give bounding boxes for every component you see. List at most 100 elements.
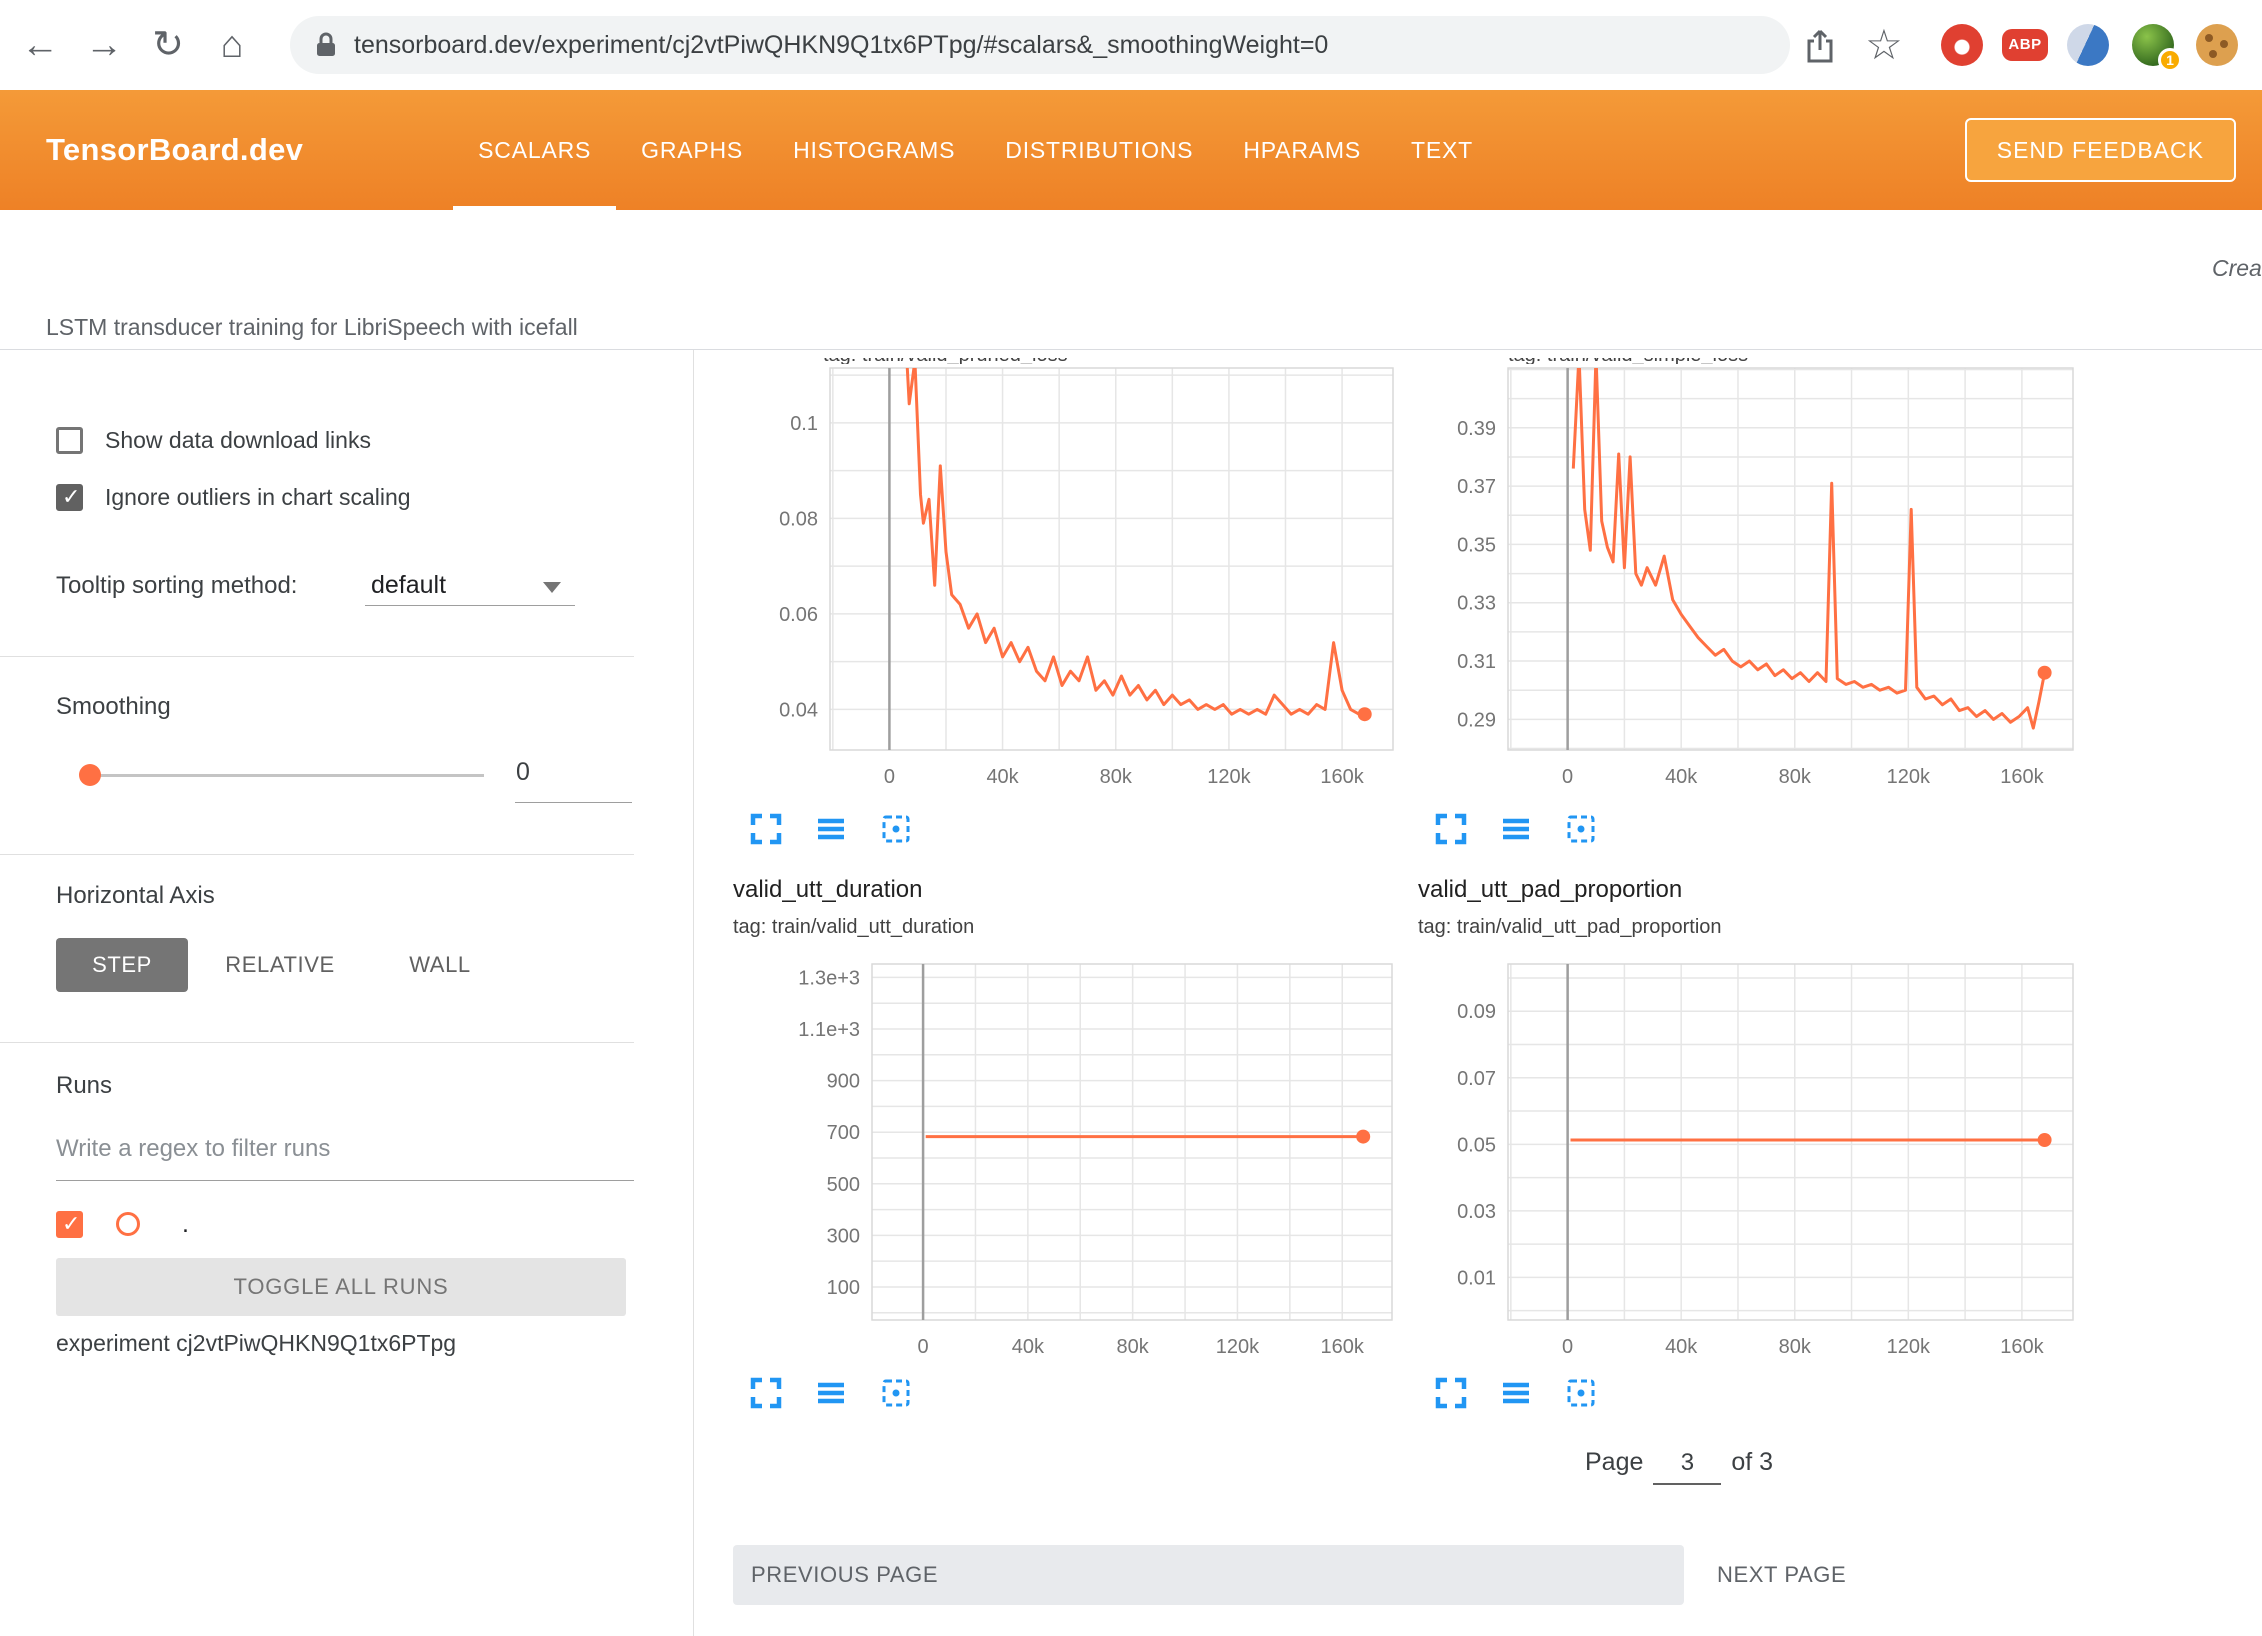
tab-histograms[interactable]: HISTOGRAMS bbox=[768, 90, 980, 210]
data-table-icon[interactable] bbox=[814, 812, 848, 846]
fullscreen-icon[interactable] bbox=[1434, 812, 1468, 846]
svg-text:40k: 40k bbox=[1665, 766, 1698, 788]
divider bbox=[0, 1042, 634, 1043]
address-bar[interactable]: tensorboard.dev/experiment/cj2vtPiwQHKN9… bbox=[290, 16, 1790, 74]
fit-domain-icon[interactable] bbox=[1564, 812, 1598, 846]
chart-title: valid_utt_duration bbox=[733, 876, 922, 904]
svg-text:300: 300 bbox=[827, 1225, 860, 1247]
experiment-subheader: Crea LSTM transducer training for LibriS… bbox=[0, 210, 2262, 350]
ignore-outliers-checkbox[interactable] bbox=[56, 484, 83, 511]
svg-text:40k: 40k bbox=[1012, 1336, 1045, 1358]
lock-icon[interactable] bbox=[314, 30, 338, 60]
divider bbox=[0, 656, 634, 657]
send-feedback-button[interactable]: SEND FEEDBACK bbox=[1965, 118, 2236, 182]
svg-text:160k: 160k bbox=[2000, 766, 2044, 788]
back-icon[interactable]: ← bbox=[12, 0, 68, 90]
ignore-outliers-label: Ignore outliers in chart scaling bbox=[105, 484, 411, 511]
tab-graphs[interactable]: GRAPHS bbox=[616, 90, 768, 210]
cookie-icon[interactable] bbox=[2196, 24, 2238, 66]
toggle-all-runs-button[interactable]: TOGGLE ALL RUNS bbox=[56, 1258, 626, 1316]
previous-page-button[interactable]: PREVIOUS PAGE bbox=[733, 1545, 1684, 1605]
svg-text:80k: 80k bbox=[1779, 1336, 1812, 1358]
svg-text:500: 500 bbox=[827, 1174, 860, 1196]
runs-filter-input[interactable] bbox=[56, 1135, 634, 1163]
show-download-label: Show data download links bbox=[105, 427, 371, 454]
adblock-extension-icon[interactable] bbox=[1941, 24, 1983, 66]
app-logo: TensorBoard.dev bbox=[46, 132, 303, 168]
fit-domain-icon[interactable] bbox=[1564, 1376, 1598, 1410]
page-number-input[interactable] bbox=[1653, 1449, 1721, 1485]
profile-avatar[interactable]: 1 bbox=[2132, 24, 2174, 66]
svg-text:1.1e+3: 1.1e+3 bbox=[798, 1019, 860, 1041]
svg-text:1.3e+3: 1.3e+3 bbox=[798, 967, 860, 989]
tooltip-sorting-label: Tooltip sorting method: bbox=[56, 572, 297, 600]
forward-icon[interactable]: → bbox=[76, 0, 132, 90]
fit-domain-icon[interactable] bbox=[879, 1376, 913, 1410]
smoothing-slider-thumb[interactable] bbox=[79, 764, 101, 786]
data-table-icon[interactable] bbox=[814, 1376, 848, 1410]
page-label: Page bbox=[1585, 1448, 1643, 1477]
chart-toolbar bbox=[749, 1376, 913, 1410]
browser-toolbar: ← → ↻ ⌂ tensorboard.dev/experiment/cj2vt… bbox=[0, 0, 2262, 90]
smoothing-value-input[interactable]: 0 bbox=[516, 758, 632, 787]
fullscreen-icon[interactable] bbox=[749, 812, 783, 846]
svg-text:0.35: 0.35 bbox=[1457, 534, 1496, 556]
tooltip-sorting-dropdown[interactable]: default bbox=[365, 568, 575, 606]
fullscreen-icon[interactable] bbox=[749, 1376, 783, 1410]
url-text: tensorboard.dev/experiment/cj2vtPiwQHKN9… bbox=[354, 31, 1328, 60]
reload-icon[interactable]: ↻ bbox=[140, 0, 196, 90]
page: ← → ↻ ⌂ tensorboard.dev/experiment/cj2vt… bbox=[0, 0, 2262, 1636]
axis-step-button[interactable]: STEP bbox=[56, 938, 188, 992]
tab-distributions[interactable]: DISTRIBUTIONS bbox=[980, 90, 1218, 210]
line-chart: 0.010.030.050.070.09040k80k120k160k bbox=[1418, 956, 2098, 1366]
run-name: . bbox=[182, 1210, 189, 1239]
svg-text:120k: 120k bbox=[1207, 766, 1251, 788]
abp-extension-icon[interactable]: ABP bbox=[2002, 29, 2048, 61]
chart-tag: tag: train/valid_utt_pad_proportion bbox=[1418, 916, 1722, 939]
svg-text:0: 0 bbox=[884, 766, 895, 788]
axis-wall-button[interactable]: WALL bbox=[385, 938, 495, 992]
run-checkbox[interactable] bbox=[56, 1211, 83, 1238]
svg-text:700: 700 bbox=[827, 1122, 860, 1144]
next-page-button[interactable]: NEXT PAGE bbox=[1717, 1545, 1846, 1605]
svg-text:0.33: 0.33 bbox=[1457, 593, 1496, 615]
svg-text:900: 900 bbox=[827, 1071, 860, 1093]
svg-text:0.08: 0.08 bbox=[779, 508, 818, 530]
smoothing-value-underline bbox=[515, 802, 632, 803]
line-chart: 0.290.310.330.350.370.39040k80k120k160k bbox=[1418, 364, 2098, 804]
horizontal-axis-toggle: STEP RELATIVE WALL bbox=[56, 938, 495, 992]
svg-text:0.31: 0.31 bbox=[1457, 651, 1496, 673]
axis-relative-button[interactable]: RELATIVE bbox=[205, 938, 355, 992]
svg-text:0: 0 bbox=[918, 1336, 929, 1358]
home-icon[interactable]: ⌂ bbox=[204, 0, 260, 90]
extension-icon[interactable] bbox=[2067, 24, 2109, 66]
svg-text:120k: 120k bbox=[1887, 1336, 1931, 1358]
svg-text:0.03: 0.03 bbox=[1457, 1201, 1496, 1223]
data-table-icon[interactable] bbox=[1499, 1376, 1533, 1410]
svg-text:160k: 160k bbox=[2000, 1336, 2044, 1358]
charts-panel: tag: train/valid_pruned_loss 0.040.060.0… bbox=[694, 350, 2262, 1636]
tab-text[interactable]: TEXT bbox=[1386, 90, 1498, 210]
share-icon[interactable] bbox=[1805, 28, 1835, 71]
chart-toolbar bbox=[749, 812, 913, 846]
show-download-checkbox[interactable] bbox=[56, 427, 83, 454]
tab-hparams[interactable]: HPARAMS bbox=[1218, 90, 1386, 210]
page-of-label: of 3 bbox=[1731, 1448, 1773, 1477]
svg-text:160k: 160k bbox=[1320, 766, 1364, 788]
fullscreen-icon[interactable] bbox=[1434, 1376, 1468, 1410]
svg-text:0.37: 0.37 bbox=[1457, 476, 1496, 498]
svg-text:40k: 40k bbox=[986, 766, 1019, 788]
chart-toolbar bbox=[1434, 812, 1598, 846]
pagination: Page of 3 bbox=[1585, 1448, 1773, 1485]
svg-text:80k: 80k bbox=[1100, 766, 1133, 788]
bookmark-star-icon[interactable]: ☆ bbox=[1856, 0, 1912, 90]
smoothing-slider-track[interactable] bbox=[90, 774, 484, 777]
app-header: TensorBoard.dev SCALARS GRAPHS HISTOGRAM… bbox=[0, 90, 2262, 210]
fit-domain-icon[interactable] bbox=[879, 812, 913, 846]
svg-text:0: 0 bbox=[1562, 766, 1573, 788]
experiment-title: LSTM transducer training for LibriSpeech… bbox=[46, 314, 578, 341]
smoothing-label: Smoothing bbox=[56, 693, 171, 721]
run-row: . bbox=[56, 1207, 189, 1241]
data-table-icon[interactable] bbox=[1499, 812, 1533, 846]
tab-scalars[interactable]: SCALARS bbox=[453, 90, 616, 210]
